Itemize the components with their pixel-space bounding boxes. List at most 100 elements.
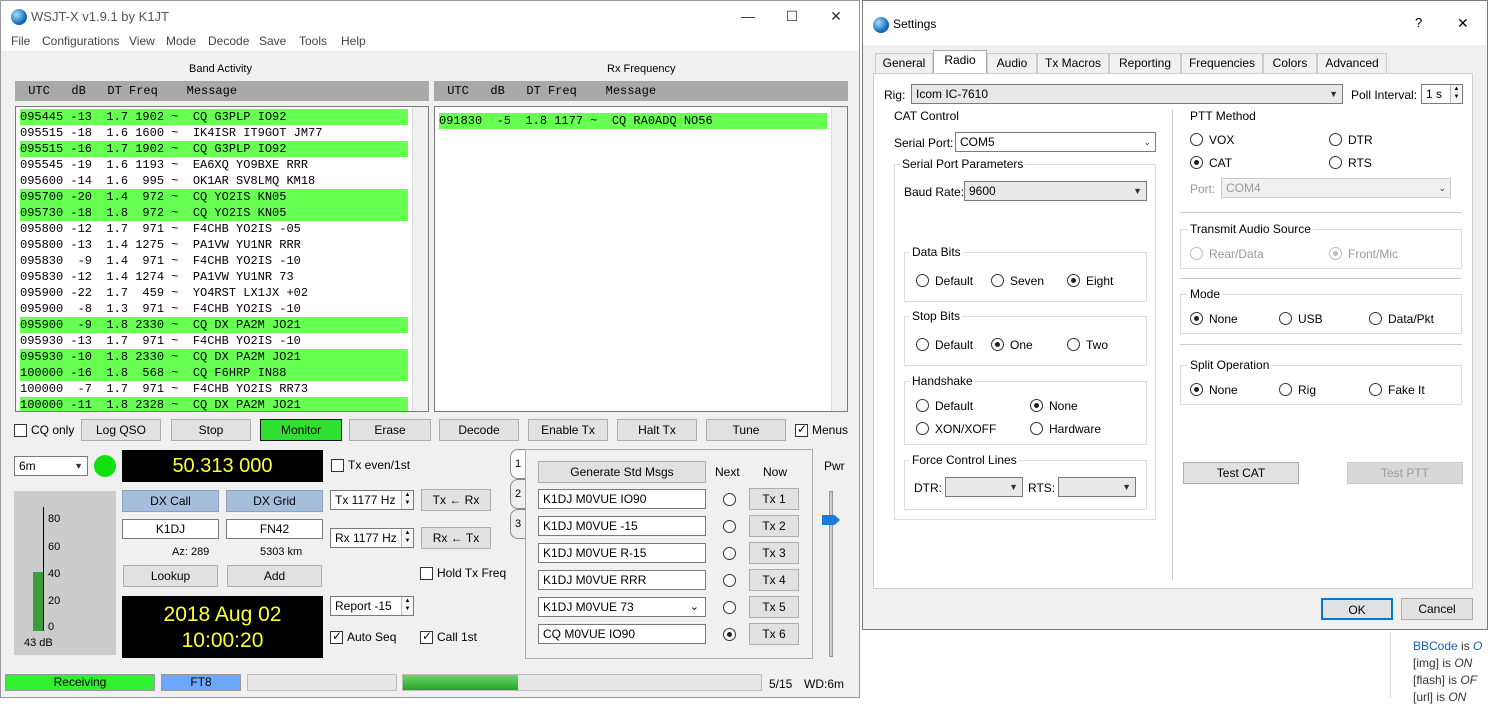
split-none-radio[interactable] bbox=[1190, 383, 1203, 396]
band-activity-row[interactable]: 095545 -19 1.6 1193 ~ EA6XQ YO9BXE RRR bbox=[20, 157, 408, 173]
band-activity-list[interactable]: 095445 -13 1.7 1902 ~ CQ G3PLP IO92 09551… bbox=[15, 106, 429, 412]
ptt-rts-radio[interactable] bbox=[1329, 156, 1342, 169]
band-activity-row[interactable]: 100000 -7 1.7 971 ~ F4CHB YO2IS RR73 bbox=[20, 381, 408, 397]
band-activity-row[interactable]: 095800 -12 1.7 971 ~ F4CHB YO2IS -05 bbox=[20, 221, 408, 237]
tx-even-checkbox[interactable] bbox=[331, 459, 344, 472]
band-activity-row[interactable]: 095830 -9 1.4 971 ~ F4CHB YO2IS -10 bbox=[20, 253, 408, 269]
log-qso-button[interactable]: Log QSO bbox=[81, 419, 161, 441]
next-radio-6[interactable] bbox=[723, 628, 736, 641]
mode-none-radio[interactable] bbox=[1190, 312, 1203, 325]
tab-tx-macros[interactable]: Tx Macros bbox=[1037, 53, 1109, 73]
menu-view[interactable]: View bbox=[129, 34, 155, 48]
rig-select[interactable]: Icom IC-7610 ▼ bbox=[911, 84, 1343, 104]
menu-configurations[interactable]: Configurations bbox=[42, 34, 119, 48]
stop-bits-two-radio[interactable] bbox=[1067, 338, 1080, 351]
band-activity-row[interactable]: 095515 -16 1.7 1902 ~ CQ G3PLP IO92 bbox=[20, 141, 408, 157]
next-radio-5[interactable] bbox=[723, 601, 736, 614]
erase-button[interactable]: Erase bbox=[349, 419, 431, 441]
menu-save[interactable]: Save bbox=[259, 34, 286, 48]
next-radio-2[interactable] bbox=[723, 520, 736, 533]
rx-from-tx-button[interactable]: Rx ← Tx bbox=[421, 527, 491, 549]
rx-scrollbar[interactable] bbox=[831, 107, 847, 411]
band-activity-row[interactable]: 095900 -9 1.8 2330 ~ CQ DX PA2M JO21 bbox=[20, 317, 408, 333]
close-icon[interactable]: ✕ bbox=[827, 7, 845, 25]
baud-rate-select[interactable]: 9600 ▼ bbox=[964, 181, 1147, 201]
hold-tx-freq-checkbox[interactable] bbox=[420, 567, 433, 580]
spin-arrows-icon[interactable]: ▲ ▼ bbox=[401, 529, 413, 547]
halt-tx-button[interactable]: Halt Tx bbox=[617, 419, 697, 441]
tx2-now-button[interactable]: Tx 2 bbox=[749, 515, 799, 537]
mode-usb-radio[interactable] bbox=[1279, 312, 1292, 325]
tx-freq-spinner[interactable]: Tx 1177 Hz ▲ ▼ bbox=[330, 490, 414, 510]
handshake-default-radio[interactable] bbox=[916, 399, 929, 412]
tx3-now-button[interactable]: Tx 3 bbox=[749, 542, 799, 564]
generate-std-msgs-button[interactable]: Generate Std Msgs bbox=[538, 461, 706, 483]
msg-tab-1[interactable]: 1 bbox=[510, 449, 526, 479]
spin-arrows-icon[interactable]: ▲ ▼ bbox=[401, 597, 413, 615]
msg-tab-2[interactable]: 2 bbox=[510, 479, 526, 509]
dx-call-input[interactable]: K1DJ bbox=[122, 519, 219, 539]
dtr-select[interactable]: ▼ bbox=[945, 477, 1023, 497]
band-activity-row[interactable]: 095515 -18 1.6 1600 ~ IK4ISR IT9GOT JM77 bbox=[20, 125, 408, 141]
close-icon[interactable]: ✕ bbox=[1457, 15, 1469, 32]
split-fakeit-radio[interactable] bbox=[1369, 383, 1382, 396]
band-activity-row[interactable]: 095445 -13 1.7 1902 ~ CQ G3PLP IO92 bbox=[20, 109, 408, 125]
band-activity-row[interactable]: 095900 -22 1.7 459 ~ YO4RST LX1JX +02 bbox=[20, 285, 408, 301]
next-radio-1[interactable] bbox=[723, 493, 736, 506]
band-activity-row[interactable]: 095830 -12 1.4 1274 ~ PA1VW YU1NR 73 bbox=[20, 269, 408, 285]
add-button[interactable]: Add bbox=[227, 565, 322, 587]
rts-select[interactable]: ▼ bbox=[1058, 477, 1136, 497]
stop-bits-default-radio[interactable] bbox=[916, 338, 929, 351]
handshake-hardware-radio[interactable] bbox=[1030, 422, 1043, 435]
tune-button[interactable]: Tune bbox=[706, 419, 786, 441]
poll-interval-spinner[interactable]: 1 s ▲ ▼ bbox=[1421, 84, 1463, 104]
auto-seq-checkbox[interactable] bbox=[330, 629, 343, 644]
data-bits-eight-radio[interactable] bbox=[1067, 274, 1080, 287]
call-1st-checkbox[interactable] bbox=[420, 629, 433, 644]
tx-message-field-5[interactable]: K1DJ M0VUE 73 ⌄ bbox=[538, 597, 706, 617]
chevron-down-icon[interactable]: ⌄ bbox=[690, 598, 699, 616]
tab-frequencies[interactable]: Frequencies bbox=[1181, 53, 1263, 73]
band-activity-row[interactable]: 095600 -14 1.6 995 ~ OK1AR SV8LMQ KM18 bbox=[20, 173, 408, 189]
spin-arrows-icon[interactable]: ▲ ▼ bbox=[401, 491, 413, 509]
dx-grid-input[interactable]: FN42 bbox=[226, 519, 323, 539]
tab-colors[interactable]: Colors bbox=[1263, 53, 1317, 73]
ptt-cat-radio[interactable] bbox=[1190, 156, 1203, 169]
bbcode-link[interactable]: BBCode bbox=[1413, 639, 1458, 653]
help-icon[interactable]: ? bbox=[1415, 15, 1422, 30]
cq-only-checkbox[interactable] bbox=[14, 424, 27, 437]
band-activity-row[interactable]: 095930 -13 1.7 971 ~ F4CHB YO2IS -10 bbox=[20, 333, 408, 349]
stop-button[interactable]: Stop bbox=[171, 419, 251, 441]
cancel-button[interactable]: Cancel bbox=[1401, 598, 1473, 620]
stop-bits-one-radio[interactable] bbox=[991, 338, 1004, 351]
test-cat-button[interactable]: Test CAT bbox=[1183, 462, 1299, 484]
rx-freq-spinner[interactable]: Rx 1177 Hz ▲ ▼ bbox=[330, 528, 414, 548]
band-activity-row[interactable]: 095900 -8 1.3 971 ~ F4CHB YO2IS -10 bbox=[20, 301, 408, 317]
tx-message-field-6[interactable]: CQ M0VUE IO90 bbox=[538, 624, 706, 644]
tx-message-field-1[interactable]: K1DJ M0VUE IO90 bbox=[538, 489, 706, 509]
tx-message-field-4[interactable]: K1DJ M0VUE RRR bbox=[538, 570, 706, 590]
decode-button[interactable]: Decode bbox=[439, 419, 519, 441]
band-select[interactable]: 6m ▼ bbox=[14, 456, 88, 476]
split-rig-radio[interactable] bbox=[1279, 383, 1292, 396]
band-activity-row[interactable]: 100000 -16 1.8 568 ~ CQ F6HRP IN88 bbox=[20, 365, 408, 381]
tx6-now-button[interactable]: Tx 6 bbox=[749, 623, 799, 645]
tab-reporting[interactable]: Reporting bbox=[1109, 53, 1181, 73]
maximize-icon[interactable]: ☐ bbox=[783, 7, 801, 25]
enable-tx-button[interactable]: Enable Tx bbox=[528, 419, 608, 441]
tx5-now-button[interactable]: Tx 5 bbox=[749, 596, 799, 618]
menu-mode[interactable]: Mode bbox=[166, 34, 196, 48]
data-bits-seven-radio[interactable] bbox=[991, 274, 1004, 287]
rx-frequency-list[interactable]: 091830 -5 1.8 1177 ~ CQ RA0ADQ NO56 bbox=[434, 106, 848, 412]
tx-message-field-3[interactable]: K1DJ M0VUE R-15 bbox=[538, 543, 706, 563]
data-bits-default-radio[interactable] bbox=[916, 274, 929, 287]
serial-port-select[interactable]: COM5 ⌄ bbox=[955, 132, 1156, 152]
band-scrollbar[interactable] bbox=[412, 107, 428, 411]
menu-tools[interactable]: Tools bbox=[299, 34, 327, 48]
handshake-xonxoff-radio[interactable] bbox=[916, 422, 929, 435]
ptt-vox-radio[interactable] bbox=[1190, 133, 1203, 146]
ok-button[interactable]: OK bbox=[1321, 598, 1393, 620]
menu-file[interactable]: File bbox=[11, 34, 30, 48]
band-activity-row[interactable]: 095730 -18 1.8 972 ~ CQ YO2IS KN05 bbox=[20, 205, 408, 221]
minimize-icon[interactable]: — bbox=[739, 7, 757, 25]
